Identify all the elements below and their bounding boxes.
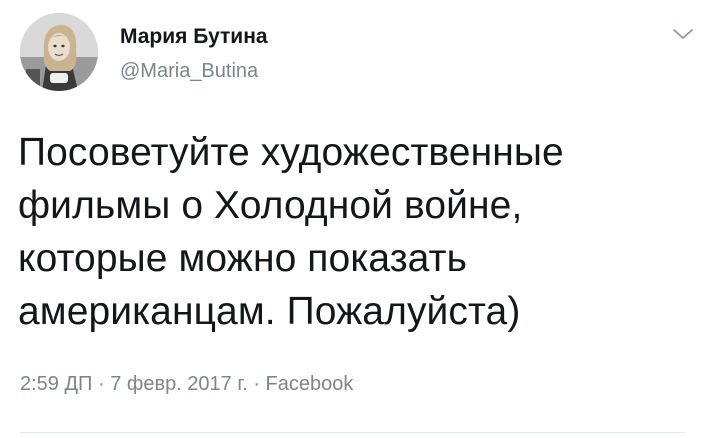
tweet-text-line: фильмы о Холодной войне,	[18, 184, 523, 227]
divider	[20, 432, 685, 433]
tweet-date[interactable]: 7 февр. 2017 г.	[110, 373, 248, 395]
avatar-photo	[20, 13, 98, 91]
tweet-text-line: которые можно показать	[18, 237, 467, 280]
meta-separator: ·	[92, 373, 111, 395]
avatar[interactable]	[20, 13, 98, 91]
tweet-text-line: Посоветуйте художественные	[18, 131, 564, 174]
author-name[interactable]: Мария Бутина	[120, 25, 268, 49]
tweet-card: Мария Бутина @Maria_Butina Посоветуйте х…	[0, 0, 705, 438]
tweet-metadata: 2:59 ДП · 7 февр. 2017 г. · Facebook	[20, 373, 353, 396]
tweet-source-link[interactable]: Facebook	[266, 373, 354, 395]
tweet-text: Посоветуйте художественные фильмы о Холо…	[18, 126, 688, 338]
tweet-time[interactable]: 2:59 ДП	[20, 373, 92, 395]
chevron-down-icon[interactable]	[672, 27, 694, 41]
author-handle[interactable]: @Maria_Butina	[120, 60, 258, 83]
tweet-text-line: американцам. Пожалуйста)	[18, 290, 521, 333]
meta-separator: ·	[247, 373, 266, 395]
